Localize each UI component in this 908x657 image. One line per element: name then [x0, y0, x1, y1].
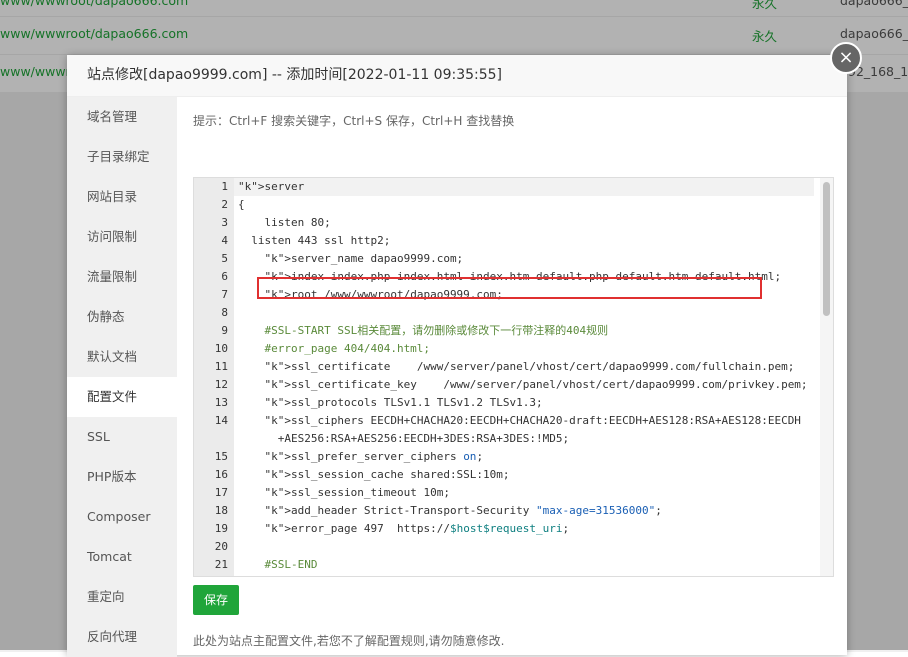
line-number: 16	[214, 468, 228, 481]
line-code: listen 443 ssl http2;	[238, 234, 391, 247]
index-line-highlight-box	[257, 277, 762, 299]
line-number: 12	[214, 378, 228, 391]
line-number: 3	[221, 216, 228, 229]
line-code: "k">ssl_ciphers EECDH+CHACHA20:EECDH+CHA…	[264, 414, 801, 427]
code-line[interactable]: 17 "k">ssl_session_timeout 10m;	[194, 484, 814, 502]
line-number: 7	[221, 288, 228, 301]
code-line[interactable]: 1 "k">server	[194, 178, 814, 196]
line-code: listen 80;	[238, 216, 331, 229]
sidebar-item[interactable]: 访问限制	[67, 217, 177, 257]
line-code: "k">ssl_session_timeout 10m;	[264, 486, 450, 499]
sidebar-item[interactable]: 默认文档	[67, 337, 177, 377]
sidebar-item[interactable]: 网站目录	[67, 177, 177, 217]
line-code: "k">add_header Strict-Transport-Security…	[264, 504, 662, 517]
dialog-title: 站点修改[dapao9999.com] -- 添加时间[2022-01-11 0…	[87, 67, 503, 83]
line-number: 5	[221, 252, 228, 265]
line-code: "k">ssl_certificate /www/server/panel/vh…	[264, 360, 795, 373]
code-line[interactable]: 4 listen 443 ssl http2;	[194, 232, 814, 250]
code-line[interactable]: 13 "k">ssl_protocols TLSv1.1 TLSv1.2 TLS…	[194, 394, 814, 412]
sidebar-item[interactable]: PHP版本	[67, 457, 177, 497]
line-number: 4	[221, 234, 228, 247]
sidebar-item[interactable]: 流量限制	[67, 257, 177, 297]
sidebar-item[interactable]: SSL	[67, 417, 177, 457]
code-line[interactable]: 20	[194, 538, 814, 556]
code-line[interactable]: 16 "k">ssl_session_cache shared:SSL:10m;	[194, 466, 814, 484]
line-code: {	[238, 198, 245, 211]
line-code: "k">error_page 497 https://$host$request…	[264, 522, 570, 535]
line-code: "k">ssl_session_cache shared:SSL:10m;	[264, 468, 510, 481]
line-code: #SSL-START SSL相关配置，请勿删除或修改下一行带注释的404规则	[238, 324, 609, 337]
line-number: 20	[214, 540, 228, 553]
line-number: 14	[214, 414, 228, 427]
sidebar-item[interactable]: Composer	[67, 497, 177, 537]
line-number: 1	[221, 180, 228, 193]
line-number: 8	[221, 306, 228, 319]
line-code: "k">server_name dapao9999.com;	[264, 252, 464, 265]
line-code: "k">ssl_certificate_key /www/server/pane…	[264, 378, 808, 391]
editor-scrollbar-thumb[interactable]	[823, 182, 830, 316]
close-icon[interactable]: ×	[830, 42, 862, 74]
code-line[interactable]: 21 #SSL-END	[194, 556, 814, 574]
line-code: "k">ssl_prefer_server_ciphers on;	[264, 450, 484, 463]
code-line[interactable]: 19 "k">error_page 497 https://$host$requ…	[194, 520, 814, 538]
code-line[interactable]: 8	[194, 304, 814, 322]
shortcut-hint: 提示：Ctrl+F 搜索关键字，Ctrl+S 保存，Ctrl+H 查找替换	[193, 114, 515, 128]
sidebar-item[interactable]: Tomcat	[67, 537, 177, 577]
line-number: 11	[214, 360, 228, 373]
site-edit-dialog: 站点修改[dapao9999.com] -- 添加时间[2022-01-11 0…	[67, 55, 847, 657]
dialog-sidebar: 域名管理 子目录绑定 网站目录 访问限制 流量限制 伪静态 默认文档 配置文件 SSL PHP版本…	[67, 97, 177, 657]
line-number: 15	[214, 450, 228, 463]
sidebar-item[interactable]: 反向代理	[67, 617, 177, 657]
code-line[interactable]: 18 "k">add_header Strict-Transport-Secur…	[194, 502, 814, 520]
line-code: #SSL-END	[238, 558, 318, 571]
config-warning-note: 此处为站点主配置文件,若您不了解配置规则,请勿随意修改.	[193, 634, 505, 648]
line-number: 13	[214, 396, 228, 409]
code-line[interactable]: 5 "k">server_name dapao9999.com;	[194, 250, 814, 268]
line-number: 18	[214, 504, 228, 517]
line-code: "k">ssl_protocols TLSv1.1 TLSv1.2 TLSv1.…	[264, 396, 543, 409]
sidebar-item[interactable]: 伪静态	[67, 297, 177, 337]
sidebar-item[interactable]: 子目录绑定	[67, 137, 177, 177]
code-line[interactable]: 10 #error_page 404/404.html;	[194, 340, 814, 358]
code-line[interactable]: 11 "k">ssl_certificate /www/server/panel…	[194, 358, 814, 376]
code-line[interactable]: 9 #SSL-START SSL相关配置，请勿删除或修改下一行带注释的404规则	[194, 322, 814, 340]
line-code: "k">server	[238, 180, 305, 193]
save-button[interactable]: 保存	[193, 585, 239, 615]
line-code: +AES256:RSA+AES256:EECDH+3DES:RSA+3DES:!…	[238, 432, 570, 445]
sidebar-item[interactable]: 重定向	[67, 577, 177, 617]
line-number: 21	[214, 558, 228, 571]
line-number: 9	[221, 324, 228, 337]
line-number: 19	[214, 522, 228, 535]
line-number: 6	[221, 270, 228, 283]
dialog-title-bar[interactable]: 站点修改[dapao9999.com] -- 添加时间[2022-01-11 0…	[67, 55, 847, 97]
code-line[interactable]: 14 "k">ssl_ciphers EECDH+CHACHA20:EECDH+…	[194, 412, 814, 430]
line-code: #error_page 404/404.html;	[238, 342, 431, 355]
code-line[interactable]: 2{	[194, 196, 814, 214]
line-number: 17	[214, 486, 228, 499]
sidebar-item[interactable]: 配置文件	[67, 377, 177, 417]
line-number: 10	[214, 342, 228, 355]
line-number: 2	[221, 198, 228, 211]
code-line[interactable]: +AES256:RSA+AES256:EECDH+3DES:RSA+3DES:!…	[194, 430, 814, 448]
code-line[interactable]: 15 "k">ssl_prefer_server_ciphers on;	[194, 448, 814, 466]
code-line[interactable]: 12 "k">ssl_certificate_key /www/server/p…	[194, 376, 814, 394]
sidebar-item[interactable]: 域名管理	[67, 97, 177, 137]
code-line[interactable]: 3 listen 80;	[194, 214, 814, 232]
config-code-editor[interactable]: 1 "k">server 2{3 listen 80; 4 listen 443 ss…	[193, 177, 834, 577]
